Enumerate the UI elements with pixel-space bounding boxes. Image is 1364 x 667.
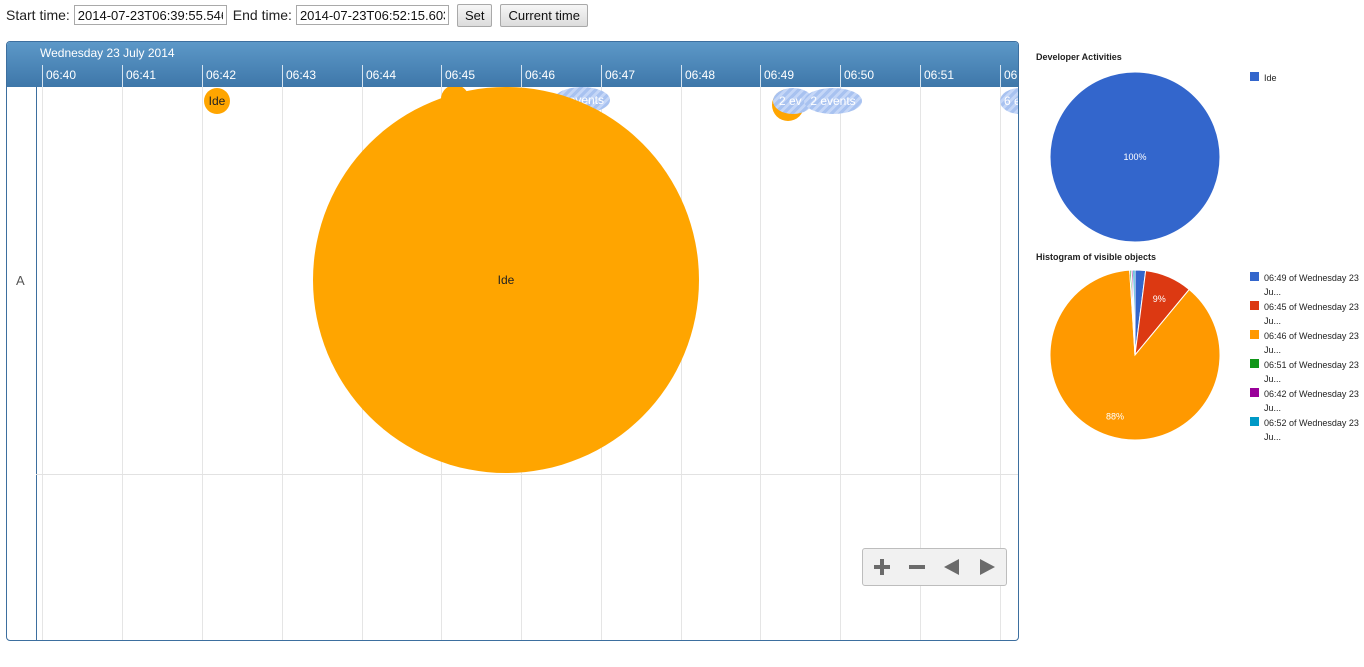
time-tick: 06:44: [362, 65, 396, 87]
cluster-events-0652[interactable]: 6 e: [1000, 88, 1018, 114]
end-time-input[interactable]: [295, 5, 449, 25]
event-ide-0642[interactable]: Ide: [204, 88, 230, 114]
set-button[interactable]: Set: [456, 3, 493, 27]
gridline: [681, 87, 682, 640]
gridline: [760, 87, 761, 640]
minus-icon: [909, 565, 925, 569]
time-tick: 06:48: [681, 65, 715, 87]
start-time-input[interactable]: [73, 5, 227, 25]
timeline[interactable]: Wednesday 23 July 2014 06:40 06:41 06:42…: [6, 41, 1019, 641]
time-tick: 06:42: [202, 65, 236, 87]
start-time-label: Start time:: [6, 7, 70, 23]
legend-label: 06:49 of Wednesday 23 Ju...: [1264, 273, 1359, 297]
time-tick: 06:49: [760, 65, 794, 87]
zoom-in-button[interactable]: [872, 557, 892, 577]
plus-icon: [874, 559, 890, 575]
gridline: [42, 87, 43, 640]
move-left-button[interactable]: [942, 557, 962, 577]
time-tick: 06:47: [601, 65, 635, 87]
group-label: A: [16, 273, 25, 288]
time-tick: 06:51: [920, 65, 954, 87]
time-tick: 06:46: [521, 65, 555, 87]
zoom-out-button[interactable]: [907, 557, 927, 577]
gridline: [840, 87, 841, 640]
legend-label: 06:51 of Wednesday 23 Ju...: [1264, 360, 1359, 384]
legend-label: 06:45 of Wednesday 23 Ju...: [1264, 302, 1359, 326]
timeline-navigation: [862, 548, 1007, 586]
legend-swatch: [1250, 417, 1259, 426]
arrow-right-icon: [980, 559, 995, 575]
event-ide-0646-large[interactable]: Ide: [313, 87, 699, 473]
group-column: A: [7, 87, 37, 640]
legend-swatch: [1250, 301, 1259, 310]
time-tick: 06:50: [840, 65, 874, 87]
gridline: [202, 87, 203, 640]
pie-data-label: 100%: [1123, 152, 1146, 162]
time-tick: 06:5: [1000, 65, 1018, 87]
legend-label: 06:52 of Wednesday 23 Ju...: [1264, 418, 1359, 442]
legend-swatch: [1250, 272, 1259, 281]
timeline-axis-header: Wednesday 23 July 2014 06:40 06:41 06:42…: [7, 42, 1018, 87]
legend-label: Ide: [1264, 73, 1277, 83]
pie-data-label: 88%: [1106, 411, 1124, 421]
gridline: [122, 87, 123, 640]
move-right-button[interactable]: [977, 557, 997, 577]
current-time-button[interactable]: Current time: [500, 3, 588, 27]
time-tick: 06:41: [122, 65, 156, 87]
gridline: [282, 87, 283, 640]
time-tick: 06:40: [42, 65, 76, 87]
legend-swatch: [1250, 359, 1259, 368]
cluster-events-0649b[interactable]: 2 events: [804, 88, 862, 114]
time-tick: 06:43: [282, 65, 316, 87]
legend-label: 06:46 of Wednesday 23 Ju...: [1264, 331, 1359, 355]
time-tick: 06:45: [441, 65, 475, 87]
row-separator: [36, 474, 1018, 475]
legend-swatch: [1250, 388, 1259, 397]
pie-data-label: 9%: [1153, 294, 1166, 304]
legend-swatch: [1250, 72, 1259, 81]
legend-label: 06:42 of Wednesday 23 Ju...: [1264, 389, 1359, 413]
end-time-label: End time:: [232, 7, 292, 23]
pie-chart-histogram: 9% 88%: [1049, 269, 1221, 441]
arrow-left-icon: [944, 559, 959, 575]
legend-swatch: [1250, 330, 1259, 339]
timeline-date-header: Wednesday 23 July 2014: [40, 46, 175, 60]
chart-title-developer-activities: Developer Activities: [1036, 52, 1122, 62]
time-range-controls: Start time: End time: Set Current time: [6, 3, 596, 27]
pie-chart-developer-activities: 100%: [1049, 71, 1221, 243]
